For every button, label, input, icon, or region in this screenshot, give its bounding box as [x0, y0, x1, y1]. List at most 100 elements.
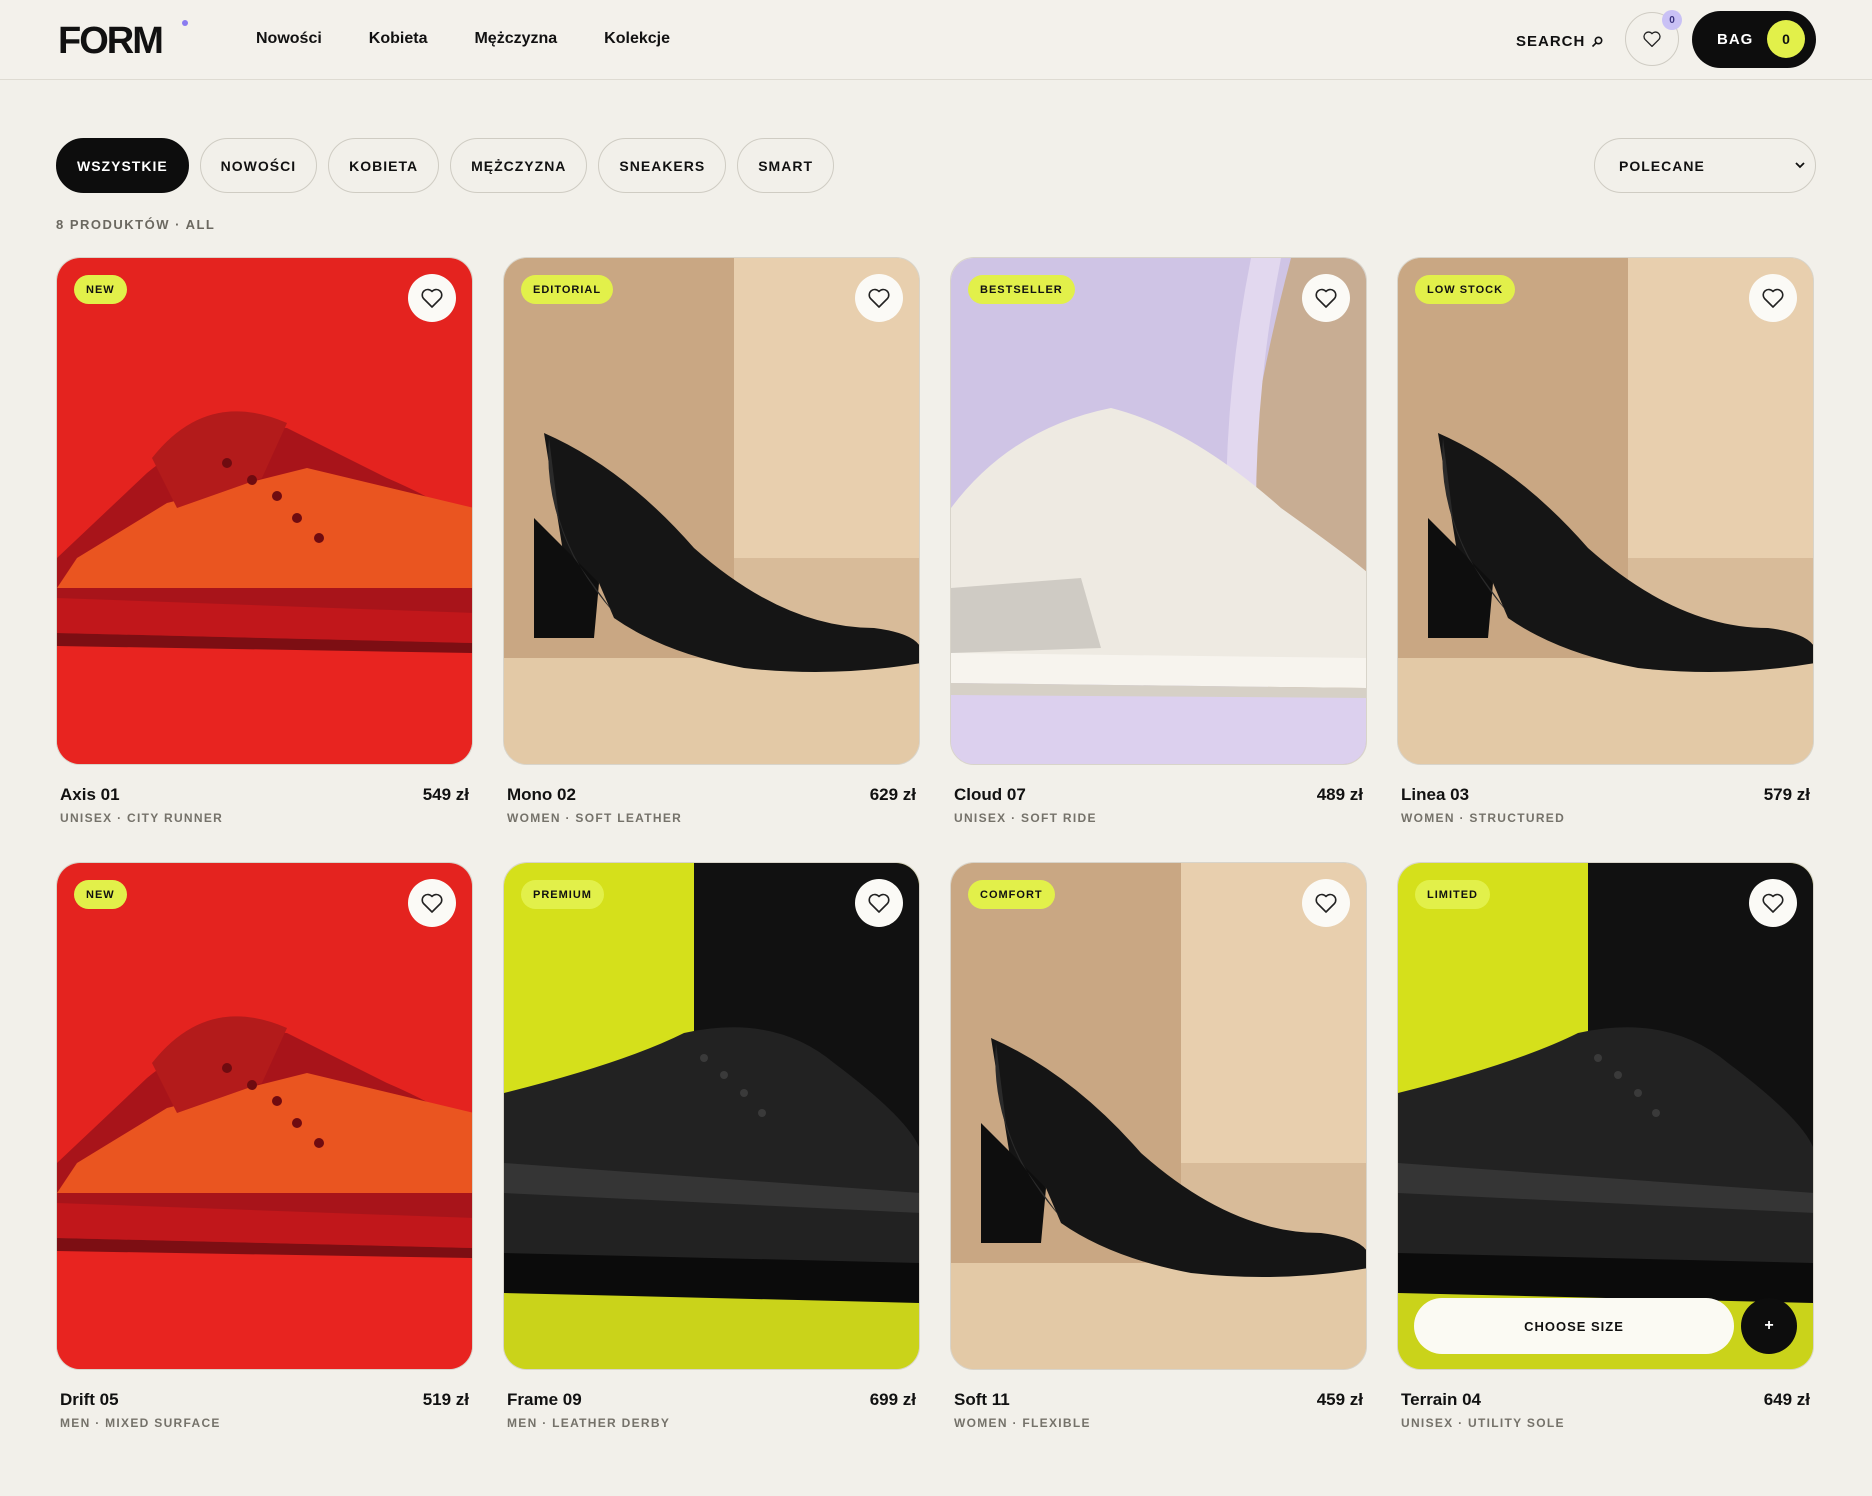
filter-chip-kobieta[interactable]: KOBIETA: [328, 138, 440, 193]
logo[interactable]: FORM: [58, 20, 164, 63]
product-badge: LOW STOCK: [1415, 275, 1516, 304]
product-subtitle: MEN · LEATHER DERBY: [507, 1416, 671, 1430]
red-sneaker-illustration: [57, 258, 472, 764]
product-price: 579 zł: [1763, 785, 1810, 804]
filter-chip-mezczyzna[interactable]: MĘŻCZYZNA: [450, 138, 588, 193]
product-card[interactable]: NEW Drift 05 519 zł MEN · MIXED SURFACE: [56, 862, 473, 1430]
product-name[interactable]: Terrain 04: [1401, 1390, 1481, 1410]
product-grid: NEW Axis 01 549 zł UNISEX · CITY RUNNER …: [56, 257, 1814, 1430]
product-image[interactable]: BESTSELLER: [950, 257, 1367, 765]
product-image[interactable]: NEW: [56, 862, 473, 1370]
product-card[interactable]: COMFORT Soft 11 459 zł WOMEN · FLEXIBLE: [950, 862, 1367, 1430]
search-icon: [1592, 35, 1603, 47]
sort-select[interactable]: POLECANE: [1594, 138, 1816, 193]
product-name[interactable]: Soft 11: [954, 1390, 1010, 1410]
product-card[interactable]: LIMITED CHOOSE SIZE + Terrain 04 649 zł U…: [1397, 862, 1814, 1430]
product-price: 489 zł: [1316, 785, 1363, 804]
product-badge: COMFORT: [968, 880, 1055, 909]
product-image[interactable]: LIMITED CHOOSE SIZE +: [1397, 862, 1814, 1370]
favorite-button[interactable]: [855, 879, 903, 927]
product-name[interactable]: Cloud 07: [954, 785, 1026, 805]
product-name[interactable]: Linea 03: [1401, 785, 1469, 805]
category-filters: WSZYSTKIE NOWOŚCI KOBIETA MĘŻCZYZNA SNEA…: [56, 138, 834, 193]
product-card[interactable]: LOW STOCK Linea 03 579 zł WOMEN · STRUCT…: [1397, 257, 1814, 825]
black-pump-illustration: [951, 863, 1366, 1369]
product-name[interactable]: Drift 05: [60, 1390, 119, 1410]
product-card[interactable]: BESTSELLER Cloud 07 489 zł UNISEX · SOFT…: [950, 257, 1367, 825]
product-price: 629 zł: [869, 785, 916, 804]
product-badge: PREMIUM: [521, 880, 604, 909]
favorite-button[interactable]: [408, 879, 456, 927]
nav-item-kobieta[interactable]: Kobieta: [369, 30, 428, 48]
product-badge: NEW: [74, 880, 127, 909]
logo-dot: [182, 20, 188, 26]
product-image[interactable]: EDITORIAL: [503, 257, 920, 765]
red-sneaker-illustration: [57, 863, 472, 1369]
product-price: 649 zł: [1763, 1390, 1810, 1409]
bag-button[interactable]: BAG 0: [1692, 11, 1816, 68]
product-subtitle: UNISEX · UTILITY SOLE: [1401, 1416, 1565, 1430]
product-price: 699 zł: [869, 1390, 916, 1409]
product-subtitle: WOMEN · SOFT LEATHER: [507, 811, 683, 825]
heart-icon: [421, 893, 443, 913]
nav-item-mezczyzna[interactable]: Mężczyzna: [474, 30, 557, 48]
product-image[interactable]: LOW STOCK: [1397, 257, 1814, 765]
bag-count-badge: 0: [1767, 20, 1805, 58]
product-price: 549 zł: [422, 785, 469, 804]
product-badge: LIMITED: [1415, 880, 1490, 909]
bag-label: BAG: [1717, 31, 1754, 48]
wishlist-count-badge: 0: [1662, 10, 1682, 30]
nav-item-kolekcje[interactable]: Kolekcje: [604, 30, 670, 48]
favorite-button[interactable]: [1749, 274, 1797, 322]
results-count: 8 PRODUKTÓW · ALL: [56, 217, 216, 232]
product-image[interactable]: PREMIUM: [503, 862, 920, 1370]
product-image[interactable]: COMFORT: [950, 862, 1367, 1370]
favorite-button[interactable]: [408, 274, 456, 322]
product-badge: BESTSELLER: [968, 275, 1075, 304]
product-price: 459 zł: [1316, 1390, 1363, 1409]
heart-icon: [421, 288, 443, 308]
black-pump-illustration: [504, 258, 919, 764]
product-card[interactable]: EDITORIAL Mono 02 629 zł WOMEN · SOFT LE…: [503, 257, 920, 825]
choose-size-button[interactable]: CHOOSE SIZE: [1414, 1298, 1734, 1354]
favorite-button[interactable]: [1749, 879, 1797, 927]
product-name[interactable]: Axis 01: [60, 785, 120, 805]
heart-icon: [868, 288, 890, 308]
heart-icon: [1643, 31, 1661, 48]
favorite-button[interactable]: [1302, 274, 1350, 322]
chevron-down-icon: [1795, 162, 1805, 169]
favorite-button[interactable]: [1302, 879, 1350, 927]
product-subtitle: UNISEX · CITY RUNNER: [60, 811, 224, 825]
product-name[interactable]: Mono 02: [507, 785, 576, 805]
add-to-bag-button[interactable]: +: [1741, 1298, 1797, 1354]
heart-icon: [1315, 288, 1337, 308]
favorite-button[interactable]: [855, 274, 903, 322]
product-badge: NEW: [74, 275, 127, 304]
product-card[interactable]: PREMIUM Frame 09 699 zł MEN · LEATHER DE…: [503, 862, 920, 1430]
main-nav: Nowości Kobieta Mężczyzna Kolekcje: [256, 30, 670, 48]
filter-chip-wszystkie[interactable]: WSZYSTKIE: [56, 138, 189, 193]
search-button[interactable]: SEARCH: [1516, 33, 1603, 50]
product-price: 519 zł: [422, 1390, 469, 1409]
product-image[interactable]: NEW: [56, 257, 473, 765]
filter-chip-sneakers[interactable]: SNEAKERS: [598, 138, 727, 193]
heart-icon: [1762, 893, 1784, 913]
black-derby-illustration: [504, 863, 919, 1369]
product-subtitle: UNISEX · SOFT RIDE: [954, 811, 1097, 825]
black-pump-illustration: [1398, 258, 1813, 764]
heart-icon: [868, 893, 890, 913]
nav-item-nowosci[interactable]: Nowości: [256, 30, 322, 48]
product-badge: EDITORIAL: [521, 275, 614, 304]
black-derby-illustration: [1398, 863, 1813, 1369]
site-header: FORM Nowości Kobieta Mężczyzna Kolekcje …: [0, 0, 1872, 80]
sort-value: POLECANE: [1619, 157, 1705, 174]
product-card[interactable]: NEW Axis 01 549 zł UNISEX · CITY RUNNER: [56, 257, 473, 825]
heart-icon: [1762, 288, 1784, 308]
product-subtitle: WOMEN · FLEXIBLE: [954, 1416, 1091, 1430]
filter-chip-nowosci[interactable]: NOWOŚCI: [199, 138, 318, 193]
heart-icon: [1315, 893, 1337, 913]
product-subtitle: MEN · MIXED SURFACE: [60, 1416, 221, 1430]
product-name[interactable]: Frame 09: [507, 1390, 582, 1410]
product-subtitle: WOMEN · STRUCTURED: [1401, 811, 1566, 825]
filter-chip-smart[interactable]: SMART: [737, 138, 834, 193]
